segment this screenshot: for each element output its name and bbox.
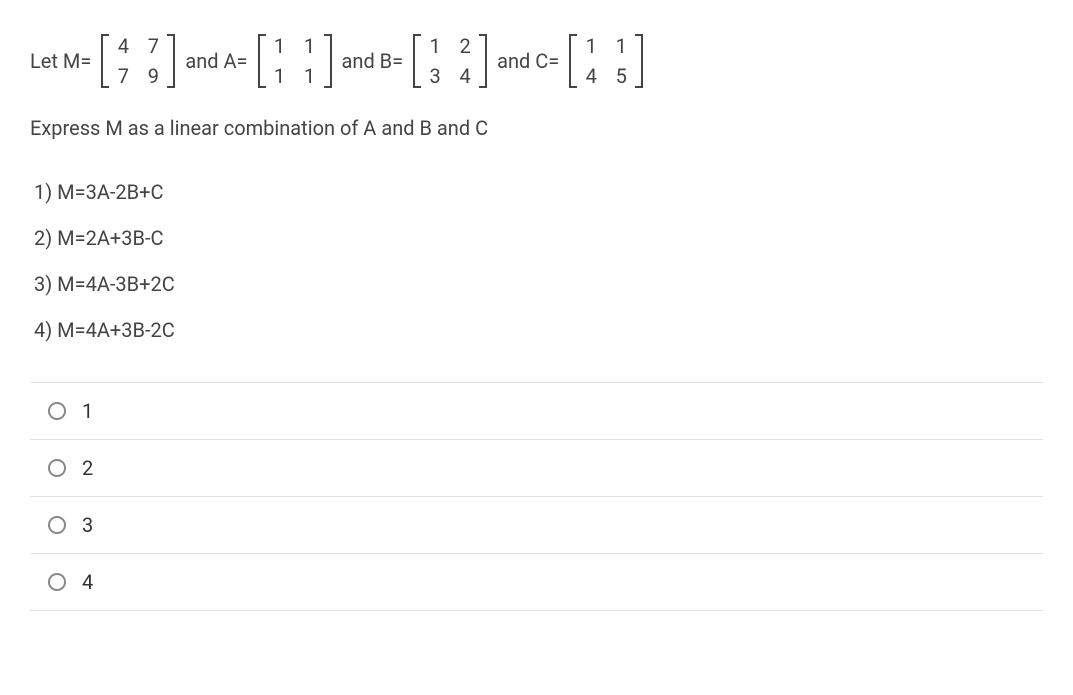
- radio-icon[interactable]: [48, 402, 66, 420]
- matrix-cell: 1: [429, 34, 441, 58]
- answer-choices: 1 2 3 4: [30, 382, 1043, 611]
- matrix-cell: 7: [117, 64, 129, 88]
- matrix-m: 4 7 7 9: [101, 30, 175, 92]
- bracket-left-icon: [413, 34, 423, 88]
- option-2: 2) M=2A+3B-C: [34, 226, 1043, 250]
- matrix-cell: 1: [274, 34, 286, 58]
- matrix-cell: 4: [117, 34, 129, 58]
- matrix-cell: 1: [274, 64, 286, 88]
- bracket-left-icon: [101, 34, 111, 88]
- matrix-cell: 4: [459, 64, 471, 88]
- matrix-cell: 1: [304, 34, 316, 58]
- answer-choice-2[interactable]: 2: [30, 440, 1043, 497]
- bracket-left-icon: [258, 34, 268, 88]
- bracket-left-icon: [569, 34, 579, 88]
- and-a-text: and A=: [185, 49, 247, 73]
- radio-icon[interactable]: [48, 516, 66, 534]
- and-b-text: and B=: [342, 49, 404, 73]
- matrix-cell: 5: [615, 64, 627, 88]
- matrix-cell: 2: [459, 34, 471, 58]
- matrix-cell: 1: [585, 34, 597, 58]
- answer-label: 4: [82, 570, 93, 594]
- answer-label: 1: [82, 399, 93, 423]
- answer-choice-4[interactable]: 4: [30, 554, 1043, 611]
- matrix-cell: 4: [585, 64, 597, 88]
- bracket-right-icon: [322, 34, 332, 88]
- matrix-definition-line: Let M= 4 7 7 9 and A= 1: [30, 30, 1043, 92]
- bracket-right-icon: [165, 34, 175, 88]
- matrix-cell: 7: [147, 34, 159, 58]
- radio-icon[interactable]: [48, 459, 66, 477]
- answer-label: 3: [82, 513, 93, 537]
- option-3: 3) M=4A-3B+2C: [34, 272, 1043, 296]
- let-m-text: Let M=: [30, 49, 91, 73]
- matrix-a: 1 1 1 1: [258, 30, 332, 92]
- instruction-text: Express M as a linear combination of A a…: [30, 116, 1043, 140]
- matrix-c: 1 1 4 5: [569, 30, 643, 92]
- matrix-cell: 3: [429, 64, 441, 88]
- and-c-text: and C=: [497, 49, 559, 73]
- option-4: 4) M=4A+3B-2C: [34, 318, 1043, 342]
- matrix-b: 1 2 3 4: [413, 30, 487, 92]
- question-container: Let M= 4 7 7 9 and A= 1: [30, 30, 1043, 611]
- bracket-right-icon: [477, 34, 487, 88]
- matrix-cell: 1: [615, 34, 627, 58]
- answer-choice-1[interactable]: 1: [30, 383, 1043, 440]
- matrix-cell: 9: [147, 64, 159, 88]
- answer-choice-3[interactable]: 3: [30, 497, 1043, 554]
- bracket-right-icon: [633, 34, 643, 88]
- options-list: 1) M=3A-2B+C 2) M=2A+3B-C 3) M=4A-3B+2C …: [34, 180, 1043, 342]
- radio-icon[interactable]: [48, 573, 66, 591]
- option-1: 1) M=3A-2B+C: [34, 180, 1043, 204]
- answer-label: 2: [82, 456, 93, 480]
- matrix-cell: 1: [304, 64, 316, 88]
